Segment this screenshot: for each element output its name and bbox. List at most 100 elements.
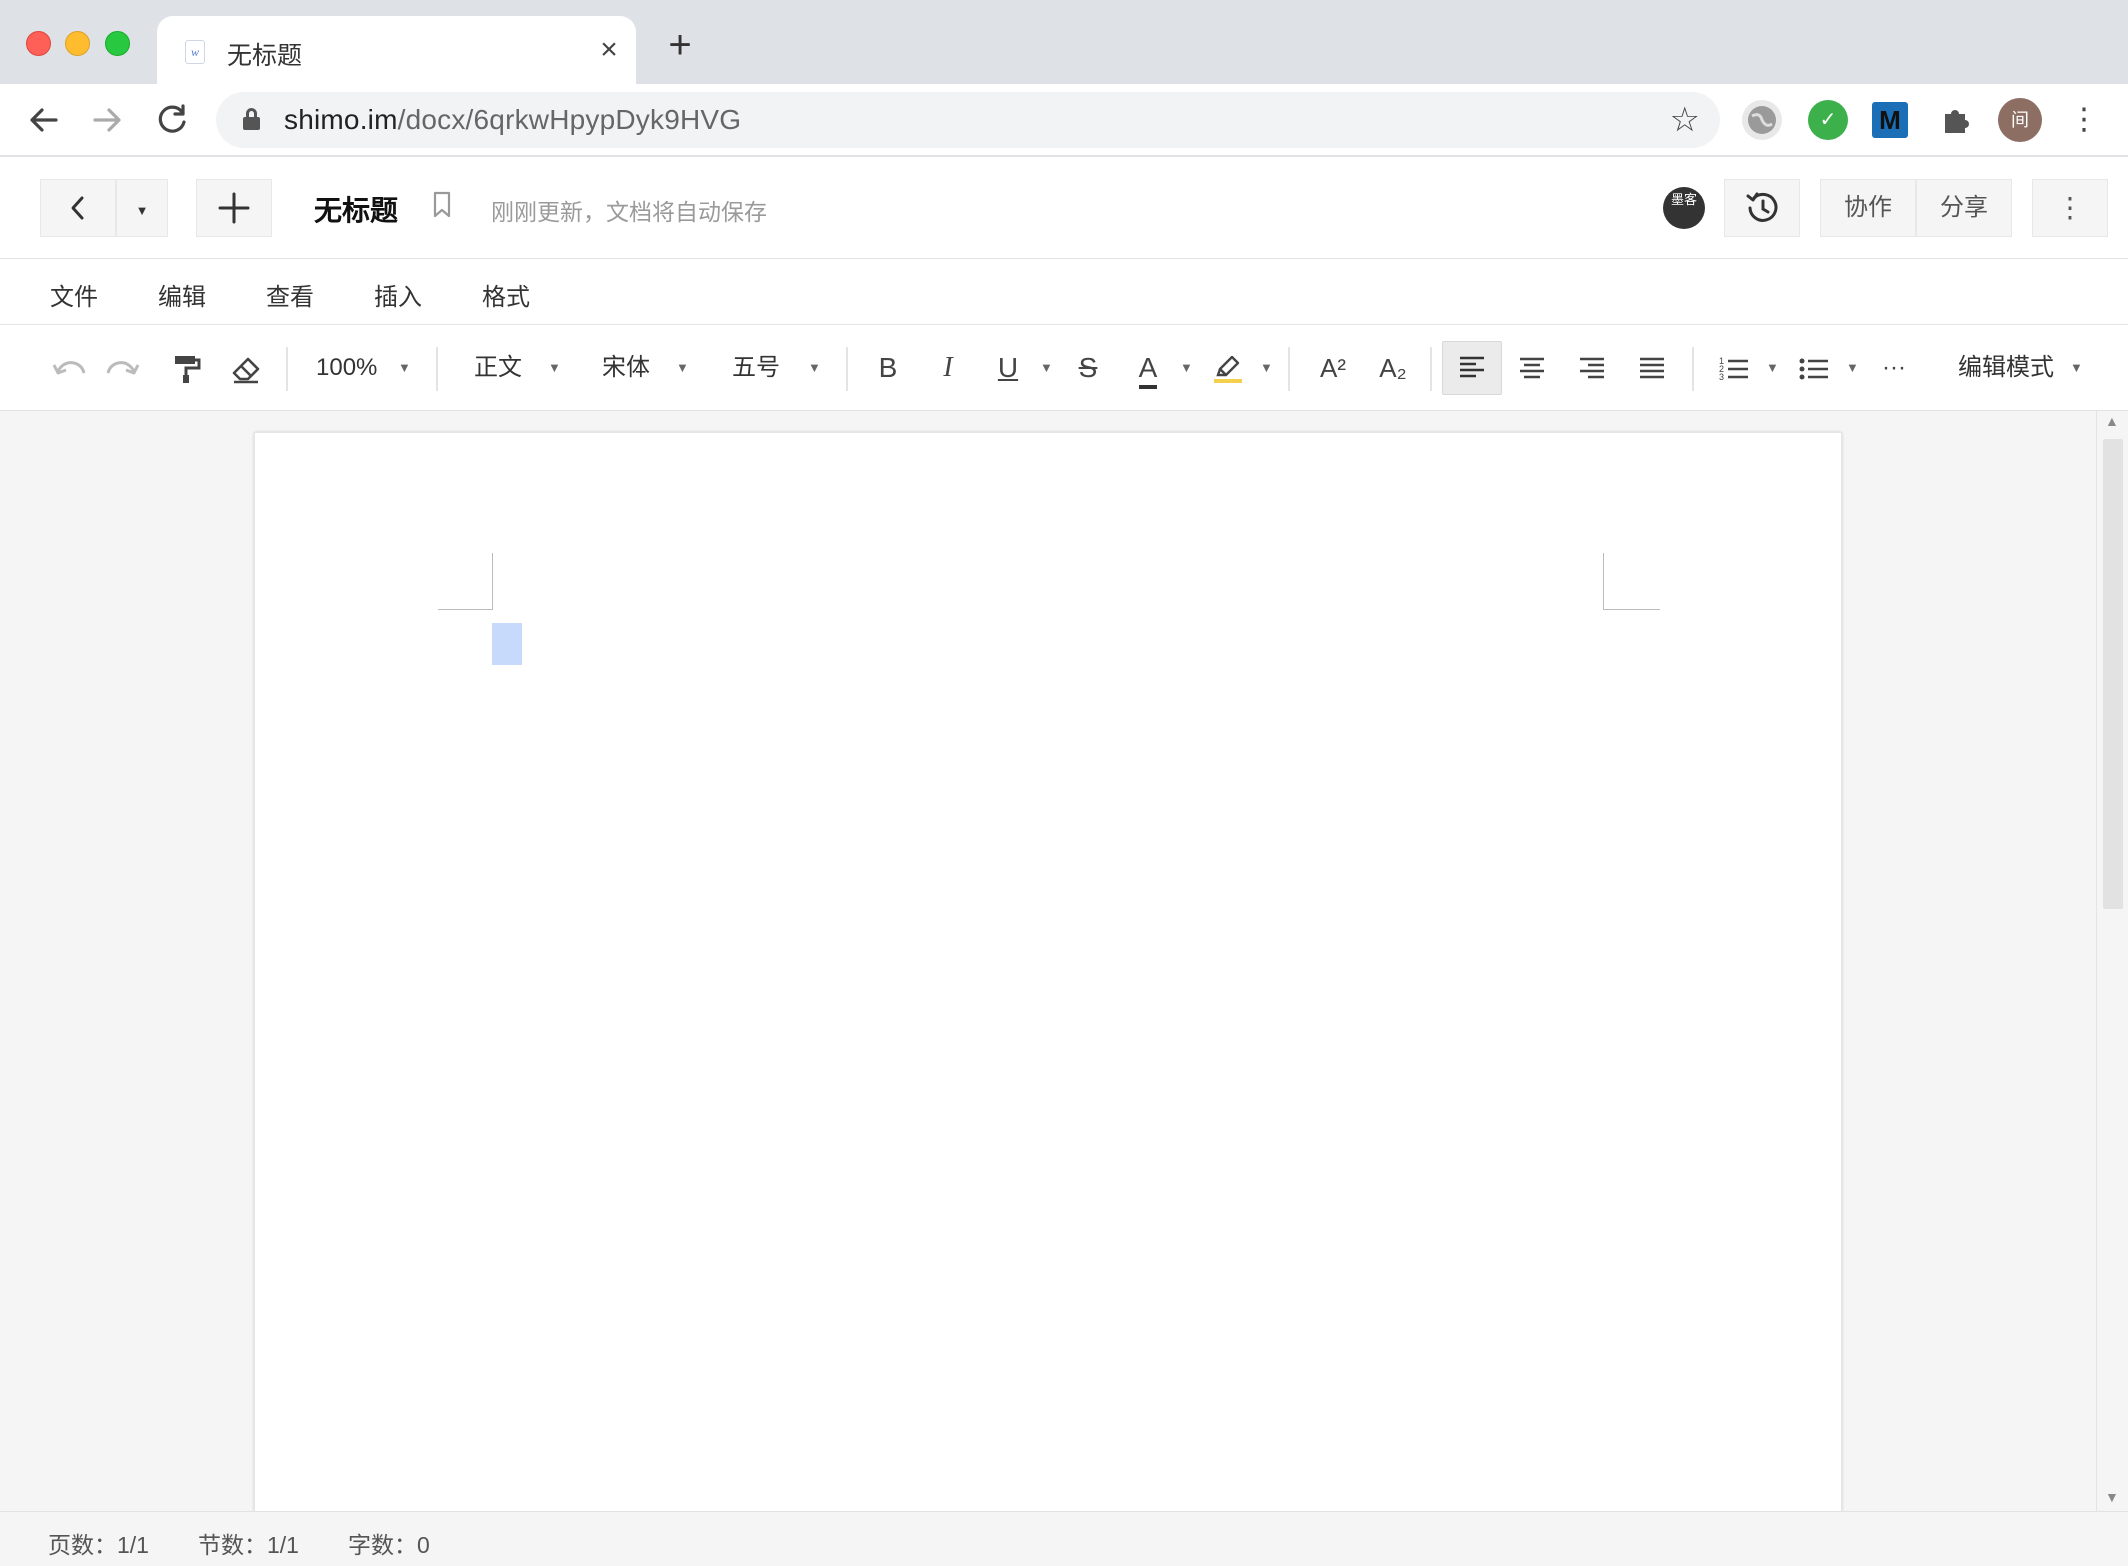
reload-icon[interactable] bbox=[150, 98, 194, 142]
browser-address-bar: shimo.im/docx/6qrkwHpypDyk9HVG ☆ ✓ M 间 ⋮ bbox=[0, 84, 2128, 156]
font-size-caret-icon[interactable]: ▼ bbox=[808, 345, 821, 391]
highlight-marker-icon[interactable] bbox=[1206, 345, 1250, 391]
paragraph-style-select[interactable]: 正文 bbox=[474, 345, 522, 391]
highlight-caret-icon[interactable]: ▼ bbox=[1260, 345, 1273, 391]
collaborate-button[interactable]: 协作 bbox=[1820, 179, 1916, 237]
tab-title: 无标题 bbox=[227, 42, 303, 70]
scroll-down-icon[interactable]: ▼ bbox=[2105, 1489, 2119, 1505]
browser-menu-icon[interactable]: ⋮ bbox=[2062, 98, 2106, 142]
toolbar-separator bbox=[1288, 347, 1290, 391]
edit-mode-select[interactable]: 编辑模式 bbox=[1958, 345, 2054, 391]
paragraph-style-caret-icon[interactable]: ▼ bbox=[548, 345, 561, 391]
vertical-scrollbar[interactable]: ▲ ▼ bbox=[2096, 411, 2128, 1511]
toolbar-separator bbox=[846, 347, 848, 391]
clear-format-eraser-icon[interactable] bbox=[224, 345, 268, 391]
bulleted-list-caret-icon[interactable]: ▼ bbox=[1846, 345, 1859, 391]
numbered-list-icon[interactable]: 123 bbox=[1712, 345, 1756, 391]
shimo-app: ▼ 无标题 刚刚更新，文档将自动保存 墨客 协作 分享 ⋮ 文件 编辑 查看 插… bbox=[0, 157, 2128, 1566]
more-options-icon[interactable]: ⋮ bbox=[2032, 179, 2108, 237]
status-bar: 页数：1/1 节数：1/1 字数：0 bbox=[0, 1511, 2128, 1566]
menu-edit[interactable]: 编辑 bbox=[158, 277, 206, 312]
word-count: 字数：0 bbox=[348, 1532, 430, 1558]
scroll-up-icon[interactable]: ▲ bbox=[2105, 413, 2119, 429]
menu-file[interactable]: 文件 bbox=[50, 277, 98, 312]
url-text: shimo.im/docx/6qrkwHpypDyk9HVG bbox=[284, 104, 742, 135]
margin-corner-top-right bbox=[1603, 553, 1660, 610]
svg-text:3: 3 bbox=[1719, 372, 1724, 382]
lock-icon[interactable] bbox=[243, 108, 260, 130]
green-extension-icon[interactable]: ✓ bbox=[1808, 100, 1848, 140]
edit-mode-caret-icon[interactable]: ▼ bbox=[2070, 345, 2083, 391]
back-arrow-icon[interactable] bbox=[22, 98, 66, 142]
share-button[interactable]: 分享 bbox=[1916, 179, 2012, 237]
font-family-select[interactable]: 宋体 bbox=[602, 345, 650, 391]
new-tab-button[interactable]: + bbox=[660, 25, 700, 66]
history-button[interactable] bbox=[1724, 179, 1800, 237]
menu-insert[interactable]: 插入 bbox=[374, 277, 422, 312]
toolbar-separator bbox=[286, 347, 288, 391]
document-page[interactable] bbox=[254, 432, 1842, 1511]
text-cursor-highlight bbox=[492, 623, 522, 665]
browser-tab[interactable]: w 无标题 × bbox=[157, 16, 636, 84]
page-count: 页数：1/1 bbox=[48, 1532, 149, 1558]
toolbar-separator bbox=[1430, 347, 1432, 391]
plus-icon bbox=[218, 192, 250, 224]
close-window-button[interactable] bbox=[26, 31, 51, 56]
toolbar-separator bbox=[1692, 347, 1694, 391]
undo-icon[interactable] bbox=[46, 345, 90, 391]
align-left-icon[interactable] bbox=[1442, 341, 1502, 395]
minimize-window-button[interactable] bbox=[65, 31, 90, 56]
history-dropdown-button[interactable]: ▼ bbox=[116, 179, 168, 237]
tab-close-icon[interactable]: × bbox=[589, 30, 629, 70]
caret-down-icon: ▼ bbox=[135, 203, 149, 218]
puzzle-extensions-icon[interactable] bbox=[1936, 100, 1976, 140]
menu-bar: 文件 编辑 查看 插入 格式 bbox=[0, 259, 2128, 325]
underline-caret-icon[interactable]: ▼ bbox=[1040, 345, 1053, 391]
font-family-caret-icon[interactable]: ▼ bbox=[676, 345, 689, 391]
toolbar-separator bbox=[436, 347, 438, 391]
scroll-thumb[interactable] bbox=[2103, 439, 2123, 909]
align-center-icon[interactable] bbox=[1510, 345, 1554, 391]
numbered-list-caret-icon[interactable]: ▼ bbox=[1766, 345, 1779, 391]
redo-icon[interactable] bbox=[102, 345, 146, 391]
bookmark-icon[interactable] bbox=[432, 191, 452, 219]
profile-avatar[interactable]: 间 bbox=[1998, 98, 2042, 142]
margin-corner-top-left bbox=[438, 553, 493, 610]
superscript-button[interactable]: A² bbox=[1308, 345, 1358, 391]
browser-tab-bar: w 无标题 × + bbox=[0, 0, 2128, 84]
strikethrough-button[interactable]: S bbox=[1066, 345, 1110, 391]
more-tools-button[interactable]: ··· bbox=[1872, 345, 1916, 391]
save-status-text: 刚刚更新，文档将自动保存 bbox=[491, 199, 767, 225]
document-title[interactable]: 无标题 bbox=[314, 189, 398, 229]
document-favicon-icon: w bbox=[185, 40, 205, 64]
align-right-icon[interactable] bbox=[1570, 345, 1614, 391]
menu-format[interactable]: 格式 bbox=[482, 277, 530, 312]
formatting-toolbar: 100% ▼ 正文 ▼ 宋体 ▼ 五号 ▼ B I U ▼ S A ▼ ▼ A²… bbox=[0, 325, 2128, 411]
subscript-button[interactable]: A₂ bbox=[1368, 345, 1418, 391]
section-count: 节数：1/1 bbox=[198, 1532, 299, 1558]
bold-button[interactable]: B bbox=[866, 345, 910, 391]
url-input[interactable]: shimo.im/docx/6qrkwHpypDyk9HVG ☆ bbox=[216, 92, 1720, 148]
globe-extension-icon[interactable] bbox=[1742, 100, 1782, 140]
menu-view[interactable]: 查看 bbox=[266, 277, 314, 312]
m-extension-icon[interactable]: M bbox=[1872, 102, 1908, 138]
format-painter-icon[interactable] bbox=[164, 345, 208, 391]
document-header: ▼ 无标题 刚刚更新，文档将自动保存 墨客 协作 分享 ⋮ bbox=[0, 157, 2128, 259]
bulleted-list-icon[interactable] bbox=[1792, 345, 1836, 391]
zoom-caret-icon[interactable]: ▼ bbox=[398, 345, 411, 391]
font-size-select[interactable]: 五号 bbox=[732, 345, 780, 391]
italic-button[interactable]: I bbox=[926, 345, 970, 391]
back-button[interactable] bbox=[40, 179, 116, 237]
font-color-button[interactable]: A bbox=[1126, 345, 1170, 391]
font-color-caret-icon[interactable]: ▼ bbox=[1180, 345, 1193, 391]
align-justify-icon[interactable] bbox=[1630, 345, 1674, 391]
forward-arrow-icon[interactable] bbox=[85, 98, 129, 142]
collaborator-avatar[interactable]: 墨客 bbox=[1663, 187, 1705, 229]
bookmark-star-icon[interactable]: ☆ bbox=[1670, 98, 1700, 142]
maximize-window-button[interactable] bbox=[105, 31, 130, 56]
chevron-left-icon bbox=[71, 196, 84, 220]
zoom-select[interactable]: 100% bbox=[316, 345, 377, 391]
editor-canvas: ▲ ▼ bbox=[0, 411, 2128, 1511]
new-document-button[interactable] bbox=[196, 179, 272, 237]
underline-button[interactable]: U bbox=[986, 345, 1030, 391]
